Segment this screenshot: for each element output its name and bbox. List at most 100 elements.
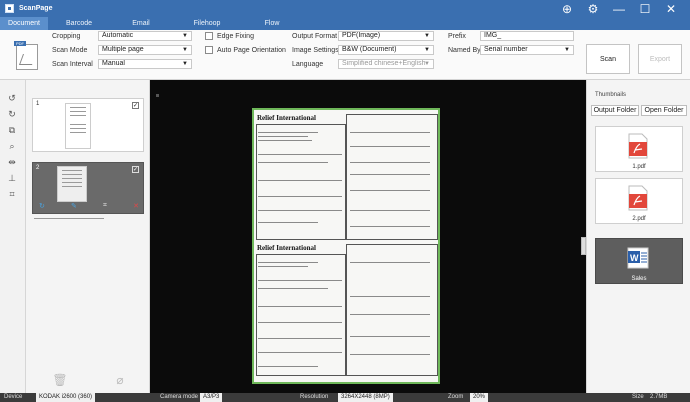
thumbnail-number: 2 <box>36 165 40 171</box>
output-item-2[interactable]: 2.pdf <box>595 178 683 224</box>
attach-icon[interactable]: ⌀ <box>116 373 123 393</box>
thumbnail-number: 1 <box>36 101 40 107</box>
thumbnail-actions: 🗑 ⌀ <box>28 373 148 393</box>
named-by-value: Serial number <box>484 46 528 53</box>
auto-orient-label: Auto Page Orientation <box>217 47 286 54</box>
pdf-format-icon[interactable] <box>14 41 38 70</box>
thumbnail-panel: 1 ✓ 2 ✓ ↻ ✎ ⌗ ✕ <box>26 80 150 393</box>
scanned-document: Relief International Relief Internationa… <box>252 108 440 384</box>
camera-select[interactable]: A3/P3 <box>200 393 223 402</box>
size-value: 2.7MB <box>650 394 668 400</box>
form-section-left <box>256 254 346 376</box>
svg-text:W: W <box>630 253 639 263</box>
zoom-select[interactable]: 20% <box>470 393 489 402</box>
language-value: Simplified chinese+English <box>342 60 426 67</box>
chevron-down-icon: ▼ <box>182 33 188 39</box>
panel-title: Thumbnails <box>595 92 627 98</box>
output-format-label: Output Format <box>292 33 338 40</box>
app-icon <box>5 4 14 13</box>
camera-label: Camera mode <box>160 394 199 400</box>
globe-icon[interactable]: ⊕ <box>560 2 574 16</box>
document-header-1: Relief International <box>257 114 316 122</box>
chevron-down-icon: ▼ <box>182 61 188 67</box>
rotate-right-icon[interactable]: ↻ <box>6 108 18 120</box>
chevron-down-icon: ▼ <box>564 47 570 53</box>
image-settings-select[interactable]: B&W (Document) ▼ <box>338 45 434 55</box>
drag-indicator <box>34 218 104 219</box>
output-item-label: 2.pdf <box>632 216 646 222</box>
crop-icon[interactable]: ⌗ <box>103 202 107 210</box>
zoom-label: Zoom <box>448 394 464 400</box>
close-button[interactable]: ✕ <box>664 2 678 16</box>
export-button[interactable]: Export <box>638 44 682 74</box>
scan-interval-select[interactable]: Manual ▼ <box>98 59 192 69</box>
tab-bar: Document Barcode Email Filehoop Flow <box>0 17 690 30</box>
scan-mode-value: Multiple page <box>102 46 144 53</box>
open-folder-button[interactable]: Open Folder <box>641 105 687 116</box>
cropping-select[interactable]: Automatic ▼ <box>98 31 192 41</box>
scan-button[interactable]: Scan <box>586 44 630 74</box>
output-item-3[interactable]: W Sales <box>595 238 683 284</box>
named-by-select[interactable]: Serial number ▼ <box>480 45 574 55</box>
app-title: ScanPage <box>19 5 53 12</box>
edit-icon[interactable]: ✎ <box>71 202 77 210</box>
thumbnail-page-image <box>65 103 91 149</box>
rotate-icon[interactable]: ↻ <box>39 202 45 210</box>
trash-icon[interactable]: 🗑 <box>52 373 67 393</box>
tab-document[interactable]: Document <box>0 17 48 30</box>
zoom-icon[interactable]: ⌕ <box>6 140 18 152</box>
image-settings-label: Image Settings <box>292 47 339 54</box>
thumbnail-2[interactable]: 2 ✓ ↻ ✎ ⌗ ✕ <box>32 162 144 214</box>
minimize-button[interactable]: — <box>612 2 626 16</box>
prefix-input[interactable]: IMG_ <box>480 31 574 41</box>
size-label: Size <box>632 394 644 400</box>
output-format-value: PDF(Image) <box>342 32 381 39</box>
tab-barcode[interactable]: Barcode <box>48 17 110 30</box>
scan-interval-label: Scan Interval <box>52 61 93 68</box>
scan-mode-select[interactable]: Multiple page ▼ <box>98 45 192 55</box>
crop-icon[interactable]: ⌗ <box>6 188 18 200</box>
split-icon[interactable]: ⧉ <box>6 124 18 136</box>
cropping-label: Cropping <box>52 33 81 40</box>
output-item-label: Sales <box>631 276 647 282</box>
resolution-label: Resolution <box>300 394 329 400</box>
thumbnail-checkbox[interactable]: ✓ <box>132 166 139 173</box>
output-format-select[interactable]: PDF(Image) ▼ <box>338 31 434 41</box>
stamp-icon[interactable]: ⊥ <box>6 172 18 184</box>
thumbnail-page-image <box>57 166 87 202</box>
chevron-down-icon: ▼ <box>424 47 430 53</box>
output-item-1[interactable]: 1.pdf <box>595 126 683 172</box>
language-select[interactable]: Simplified chinese+English ▼ <box>338 59 434 69</box>
edge-fixing-checkbox[interactable] <box>205 32 213 40</box>
device-select[interactable]: KODAK i2600 (360) <box>36 393 96 402</box>
gear-icon[interactable]: ⚙ <box>586 2 600 16</box>
title-bar: ScanPage ⊕ ⚙ — ☐ ✕ <box>0 0 690 17</box>
named-by-label: Named By <box>448 47 481 54</box>
output-item-label: 1.pdf <box>632 164 646 170</box>
auto-orient-checkbox[interactable] <box>205 46 213 54</box>
rotate-left-icon[interactable]: ↺ <box>6 92 18 104</box>
thumbnail-checkbox[interactable]: ✓ <box>132 102 139 109</box>
tab-flow[interactable]: Flow <box>242 17 302 30</box>
language-label: Language <box>292 61 324 68</box>
status-bar: Device KODAK i2600 (360) Camera mode A3/… <box>0 393 690 402</box>
pdf-file-icon <box>628 185 648 211</box>
output-folder-button[interactable]: Output Folder <box>591 105 639 116</box>
image-settings-value: B&W (Document) <box>342 46 397 53</box>
sensor-speck <box>156 94 159 97</box>
device-label: Device <box>4 394 23 400</box>
chevron-down-icon: ▼ <box>424 61 430 67</box>
tab-email[interactable]: Email <box>110 17 172 30</box>
left-toolbar: ↺ ↻ ⧉ ⌕ ⇹ ⊥ ⌗ <box>0 80 26 393</box>
tab-filehoop[interactable]: Filehoop <box>172 17 242 30</box>
scan-mode-label: Scan Mode <box>52 47 88 54</box>
resolution-select[interactable]: 3264X2448 (8MP) <box>338 393 393 402</box>
pdf-file-icon <box>628 133 648 159</box>
prefix-label: Prefix <box>448 33 466 40</box>
fit-icon[interactable]: ⇹ <box>6 156 18 168</box>
chevron-down-icon: ▼ <box>424 33 430 39</box>
scan-interval-value: Manual <box>102 60 125 67</box>
maximize-button[interactable]: ☐ <box>638 2 652 16</box>
delete-icon[interactable]: ✕ <box>133 202 139 210</box>
thumbnail-1[interactable]: 1 ✓ <box>32 98 144 152</box>
